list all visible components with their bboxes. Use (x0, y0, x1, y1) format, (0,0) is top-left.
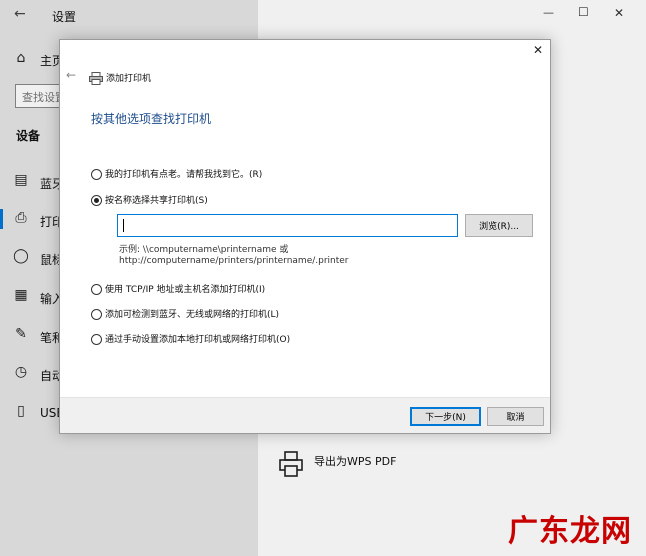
dialog-title: 添加打印机 (106, 74, 152, 84)
option-bluetooth-network-label[interactable]: 添加可检测到蓝牙、无线或网络的打印机(L) (105, 307, 279, 320)
option-old-printer-label[interactable]: 我的打印机有点老。请帮我找到它。(R) (105, 167, 262, 180)
dialog-footer: 下一步(N) 取消 (60, 397, 550, 433)
dialog-close-button[interactable]: ✕ (533, 43, 543, 57)
radio-old-printer[interactable] (91, 169, 102, 180)
option-shared-printer-label[interactable]: 按名称选择共享打印机(S) (105, 193, 208, 206)
example-line-1: 示例: \\computername\printername 或 (119, 245, 289, 255)
radio-bluetooth-network[interactable] (91, 309, 102, 320)
add-printer-dialog: ✕ ← 添加打印机 按其他选项查找打印机 我的打印机有点老。请帮我找到它。(R)… (59, 39, 551, 434)
option-manual-label[interactable]: 通过手动设置添加本地打印机或网络打印机(O) (105, 332, 290, 345)
watermark-logo: 广东龙网 (508, 514, 632, 549)
option-tcpip-label[interactable]: 使用 TCP/IP 地址或主机名添加打印机(I) (105, 282, 265, 295)
text-cursor (123, 219, 124, 232)
radio-tcpip[interactable] (91, 284, 102, 295)
browse-button[interactable]: 浏览(R)... (465, 214, 533, 237)
share-name-input[interactable] (117, 214, 458, 237)
next-button[interactable]: 下一步(N) (410, 407, 481, 426)
cancel-button[interactable]: 取消 (487, 407, 544, 426)
example-line-2: http://computername/printers/printername… (119, 256, 349, 266)
dialog-heading: 按其他选项查找打印机 (91, 112, 212, 126)
radio-manual[interactable] (91, 334, 102, 345)
printer-icon (89, 70, 103, 85)
radio-shared-printer[interactable] (91, 195, 102, 206)
dialog-back-icon[interactable]: ← (66, 68, 76, 82)
